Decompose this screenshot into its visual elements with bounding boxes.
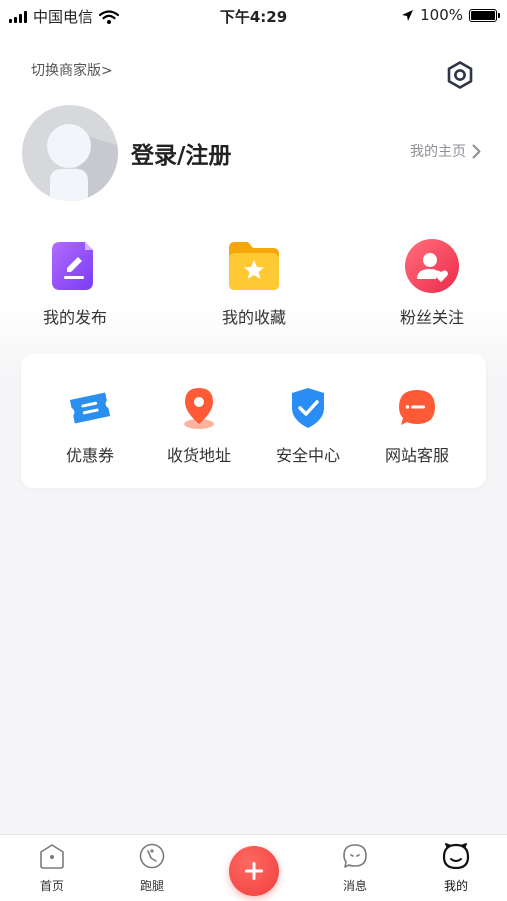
tab-errand[interactable]: 跑腿 [112,841,192,894]
tab-mine[interactable]: 我的 [416,841,496,894]
quick-action-favorites[interactable]: 我的收藏 [199,236,309,328]
battery-icon [469,8,500,22]
service-coupons[interactable]: 优惠券 [40,386,140,466]
location-pin-icon [177,386,221,430]
status-bar: 中国电信 下午4:29 100% [0,0,507,32]
service-label: 网站客服 [384,446,449,465]
default-avatar-icon [47,124,118,201]
service-address[interactable]: 收货地址 [149,386,249,466]
quick-action-followers[interactable]: 粉丝关注 [377,236,487,328]
avatar[interactable] [22,105,118,201]
tab-label: 首页 [39,879,64,893]
my-home-label: 我的主页 [410,144,466,160]
quick-actions: 我的发布 我的收藏 粉丝关注 [0,236,507,336]
location-arrow-icon [402,9,414,21]
tab-home[interactable]: 首页 [12,841,92,894]
plus-icon [245,862,263,880]
star-folder-icon [224,236,284,296]
message-icon [340,841,370,871]
user-heart-icon [402,236,462,296]
publish-button[interactable] [229,846,279,896]
settings-hexagon-icon [447,61,473,89]
tab-label: 跑腿 [139,879,164,893]
services-card: 优惠券 收货地址 安全中心 网站客服 [21,354,486,488]
service-security[interactable]: 安全中心 [258,386,358,466]
tab-label: 我的 [443,879,468,893]
shield-check-icon [286,386,330,430]
profile-face-icon [441,841,471,871]
quick-action-my-posts[interactable]: 我的发布 [20,236,130,328]
my-home-link[interactable]: 我的主页 [410,141,481,161]
login-register-link[interactable]: 登录/注册 [131,136,231,170]
quick-action-label: 我的发布 [42,308,107,327]
tab-label: 消息 [342,879,367,893]
home-icon [37,841,67,871]
service-label: 安全中心 [275,446,340,465]
tab-messages[interactable]: 消息 [315,841,395,894]
quick-action-label: 粉丝关注 [399,308,464,327]
errand-icon [137,841,167,871]
chat-bubble-icon [395,386,439,430]
chevron-right-icon [472,144,481,158]
battery-percent: 100% [420,6,463,24]
service-customer-support[interactable]: 网站客服 [367,386,467,466]
quick-action-label: 我的收藏 [221,308,286,327]
service-label: 优惠券 [65,446,114,465]
coupon-icon [68,386,112,430]
settings-button[interactable] [443,58,477,92]
switch-merchant-link[interactable]: 切换商家版> [31,60,113,80]
service-label: 收货地址 [166,446,231,465]
edit-document-icon [45,236,105,296]
